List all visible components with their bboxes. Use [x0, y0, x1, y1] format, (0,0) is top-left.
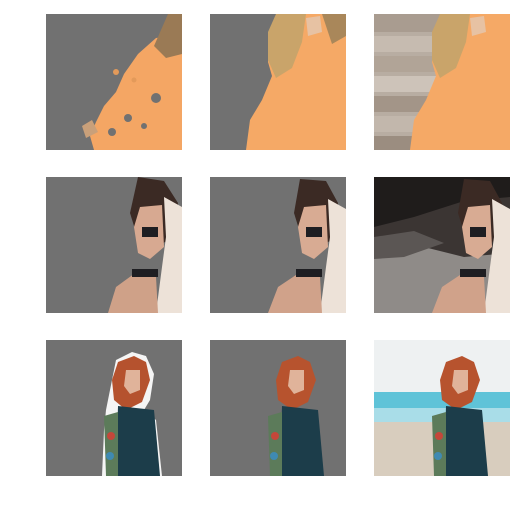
row2-refined-mask-image [210, 177, 346, 313]
row2-original-photo-tile [374, 177, 510, 313]
row2-refined-mask-tile [210, 177, 346, 313]
row2-original-photo-image [374, 177, 510, 313]
row1-refined-mask-tile [210, 14, 346, 150]
row1-coarse-mask-tile [46, 14, 182, 150]
row2-coarse-mask-image [46, 177, 182, 313]
row1-original-photo-tile [374, 14, 510, 150]
row3-refined-mask-tile [210, 340, 346, 476]
row3-coarse-mask-image [46, 340, 182, 476]
row1-original-photo-image [374, 14, 510, 150]
row1-refined-mask-image [210, 14, 346, 150]
row1-coarse-mask-image [46, 14, 182, 150]
row3-original-photo-image [374, 340, 510, 476]
row2-coarse-mask-tile [46, 177, 182, 313]
row3-coarse-mask-tile [46, 340, 182, 476]
row3-original-photo-tile [374, 340, 510, 476]
row3-refined-mask-image [210, 340, 346, 476]
